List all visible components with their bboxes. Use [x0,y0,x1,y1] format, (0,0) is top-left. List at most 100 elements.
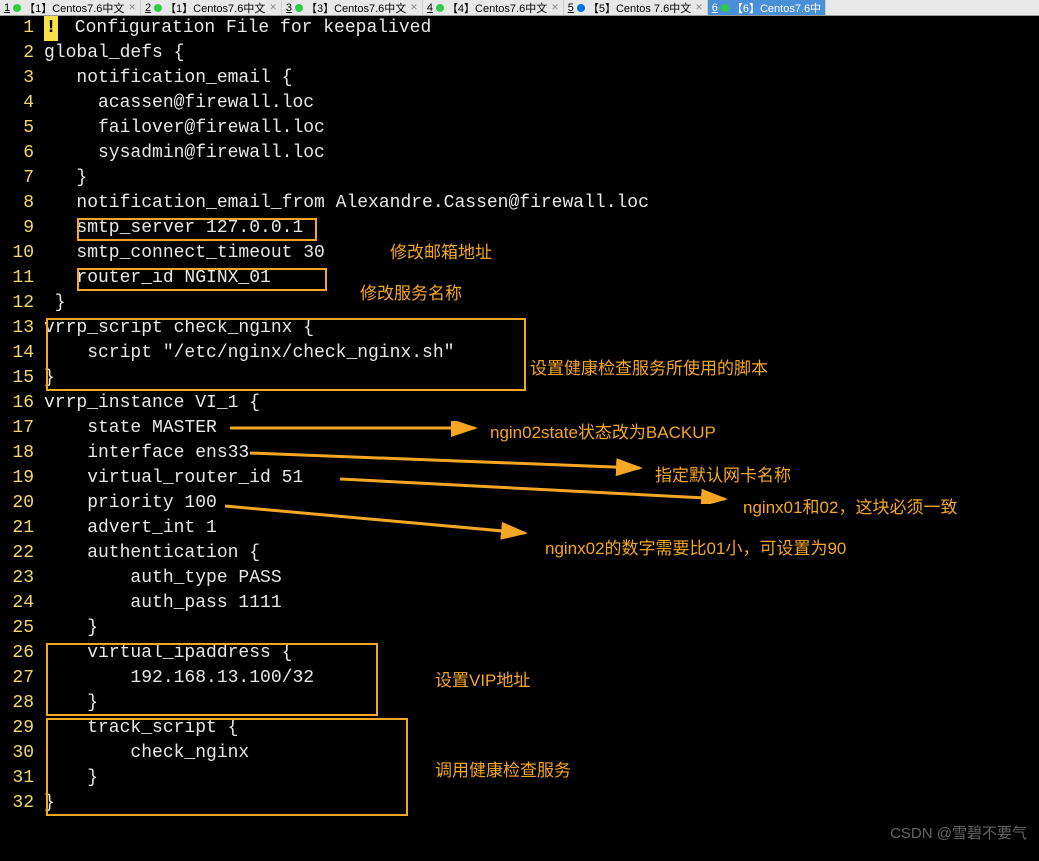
annotation-text: 设置VIP地址 [435,666,530,691]
line-number: 9 [0,216,44,241]
code-line: 6 sysadmin@firewall.loc [0,141,1039,166]
tab-label: 【1】Centos7.6中文 [24,0,124,16]
code-line: 13vrrp_script check_nginx { [0,316,1039,341]
line-number: 20 [0,491,44,516]
line-number: 19 [0,466,44,491]
tab-num: 3 [286,2,292,14]
line-number: 28 [0,691,44,716]
code-text: priority 100 [44,491,217,516]
code-line: 16vrrp_instance VI_1 { [0,391,1039,416]
line-number: 25 [0,616,44,641]
code-line: 11 router_id NGINX_01 [0,266,1039,291]
close-icon[interactable]: ✕ [551,2,559,13]
line-number: 14 [0,341,44,366]
close-icon[interactable]: ✕ [410,2,418,13]
tab-4[interactable]: 4【4】Centos7.6中文✕ [423,0,564,15]
code-text: vrrp_script check_nginx { [44,316,314,341]
code-text: vrrp_instance VI_1 { [44,391,260,416]
code-editor[interactable]: 1! Configuration File for keepalived 2gl… [0,16,1039,861]
close-icon[interactable]: ✕ [128,2,136,13]
code-text: global_defs { [44,41,184,66]
code-text: smtp_connect_timeout 30 [44,241,325,266]
status-dot-icon [13,4,21,12]
code-text: } [44,691,98,716]
code-text: acassen@firewall.loc [44,91,314,116]
line-number: 10 [0,241,44,266]
tab-3[interactable]: 3【3】Centos7.6中文✕ [282,0,423,15]
close-icon[interactable]: ✕ [269,2,277,13]
tab-num: 6 [712,2,718,14]
tab-num: 2 [145,2,151,14]
code-line: 32} [0,791,1039,816]
code-line: 25 } [0,616,1039,641]
line-number: 4 [0,91,44,116]
line-number: 22 [0,541,44,566]
tab-bar: 1 【1】Centos7.6中文 ✕ 2【1】Centos7.6中文✕ 3【3】Ce… [0,0,1039,16]
code-text: authentication { [44,541,260,566]
line-number: 24 [0,591,44,616]
code-text: track_script { [44,716,238,741]
tab-1[interactable]: 1 【1】Centos7.6中文 ✕ [0,0,141,15]
code-line: 12 } [0,291,1039,316]
code-line: 7 } [0,166,1039,191]
code-text: } [44,616,98,641]
code-text: interface ens33 [44,441,249,466]
code-text: virtual_router_id 51 [44,466,303,491]
close-icon[interactable]: ✕ [695,2,703,13]
line-number: 8 [0,191,44,216]
code-line: 21 advert_int 1 [0,516,1039,541]
code-line: 18 interface ens33 [0,441,1039,466]
line-number: 6 [0,141,44,166]
code-text: advert_int 1 [44,516,217,541]
annotation-text: 指定默认网卡名称 [655,461,791,486]
tab-num: 1 [4,2,10,14]
status-dot-icon [295,4,303,12]
code-text: } [44,366,55,391]
code-text: 192.168.13.100/32 [44,666,314,691]
status-dot-icon [721,4,729,12]
code-line: 2global_defs { [0,41,1039,66]
line-number: 15 [0,366,44,391]
code-line: 8 notification_email_from Alexandre.Cass… [0,191,1039,216]
code-text: Configuration File for keepalived [64,18,431,38]
line-number: 3 [0,66,44,91]
code-line: 24 auth_pass 1111 [0,591,1039,616]
line-number: 11 [0,266,44,291]
code-text: script "/etc/nginx/check_nginx.sh" [44,341,454,366]
code-text: } [44,291,66,316]
code-line: 4 acassen@firewall.loc [0,91,1039,116]
line-number: 26 [0,641,44,666]
annotation-text: nginx02的数字需要比01小，可设置为90 [545,534,846,559]
tab-6[interactable]: 6【6】Centos7.6中 [708,0,826,15]
annotation-text: ngin02state状态改为BACKUP [490,418,716,443]
code-line: 19 virtual_router_id 51 [0,466,1039,491]
code-line: 29 track_script { [0,716,1039,741]
watermark: CSDN @雪碧不要气 [890,822,1027,843]
tab-2[interactable]: 2【1】Centos7.6中文✕ [141,0,282,15]
line-number: 1 [0,16,44,41]
code-text: } [44,166,87,191]
line-number: 32 [0,791,44,816]
tab-label: 【5】Centos 7.6中文 [588,0,691,16]
code-text: } [44,791,55,816]
code-text: failover@firewall.loc [44,116,325,141]
line-number: 21 [0,516,44,541]
annotation-text: 调用健康检查服务 [435,756,571,781]
line-number: 13 [0,316,44,341]
tab-5[interactable]: 5【5】Centos 7.6中文✕ [564,0,708,15]
line-number: 17 [0,416,44,441]
line-number: 12 [0,291,44,316]
line-number: 29 [0,716,44,741]
line-number: 7 [0,166,44,191]
code-text: smtp_server 127.0.0.1 [44,216,303,241]
line-number: 18 [0,441,44,466]
code-line: 9 smtp_server 127.0.0.1 [0,216,1039,241]
line-number: 23 [0,566,44,591]
annotation-text: 设置健康检查服务所使用的脚本 [530,354,768,379]
line-number: 31 [0,766,44,791]
code-line: 28 } [0,691,1039,716]
line-number: 27 [0,666,44,691]
code-line: 10 smtp_connect_timeout 30 [0,241,1039,266]
code-text: virtual_ipaddress { [44,641,292,666]
code-line: 5 failover@firewall.loc [0,116,1039,141]
